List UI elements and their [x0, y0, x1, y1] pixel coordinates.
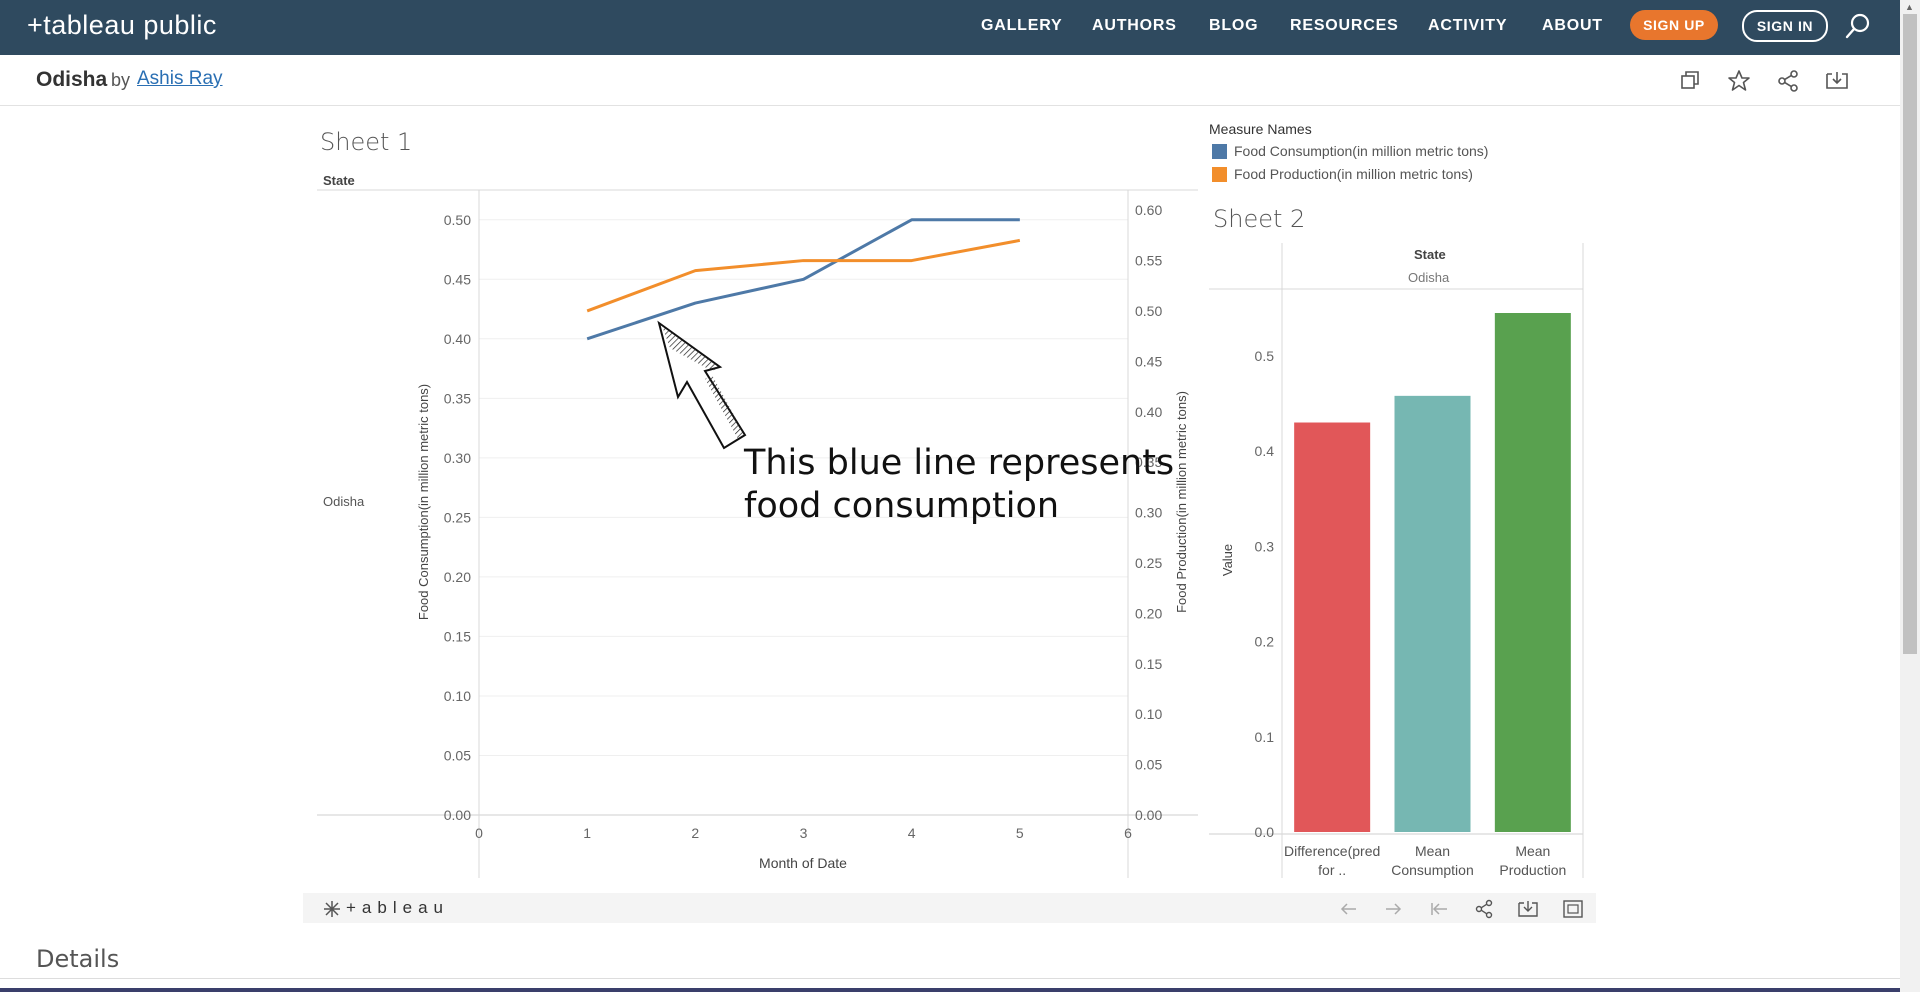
bottom-bar	[0, 988, 1900, 992]
category-label: for ..	[1318, 862, 1346, 878]
details-heading[interactable]: Details	[36, 945, 119, 973]
category-label: Production	[1499, 862, 1566, 878]
bar	[1494, 313, 1571, 832]
download-icon[interactable]	[1517, 898, 1539, 920]
scroll-up-icon[interactable]: ▲	[1905, 2, 1914, 12]
bar	[1394, 395, 1471, 832]
y-tick-label: 0.0	[1255, 824, 1275, 840]
y-tick-label: 0.4	[1255, 443, 1275, 459]
undo-icon[interactable]	[1338, 898, 1360, 920]
redo-icon[interactable]	[1382, 898, 1404, 920]
y-tick-label: 0.1	[1255, 729, 1275, 745]
category-label: Consumption	[1391, 862, 1474, 878]
y-tick-label: 0.2	[1255, 634, 1275, 650]
y-tick-label: 0.5	[1255, 348, 1275, 364]
tableau-logo-icon	[324, 901, 340, 917]
scroll-thumb[interactable]	[1903, 14, 1917, 654]
category-label: Mean	[1415, 843, 1450, 859]
tableau-brand[interactable]: +ableau	[346, 898, 449, 918]
fullscreen-icon[interactable]	[1562, 898, 1584, 920]
y-axis-title: Value	[1220, 544, 1235, 576]
bar-chart[interactable]: 0.0 0.1 0.2 0.3 0.4 0.5 Value Difference(pred fo…	[0, 0, 1920, 992]
y-tick-label: 0.3	[1255, 538, 1275, 554]
revert-icon[interactable]	[1428, 898, 1450, 920]
category-label: Mean	[1515, 843, 1550, 859]
divider	[0, 978, 1900, 979]
share-icon[interactable]	[1473, 898, 1495, 920]
bar	[1294, 422, 1371, 832]
category-label: Difference(pred	[1284, 843, 1380, 859]
